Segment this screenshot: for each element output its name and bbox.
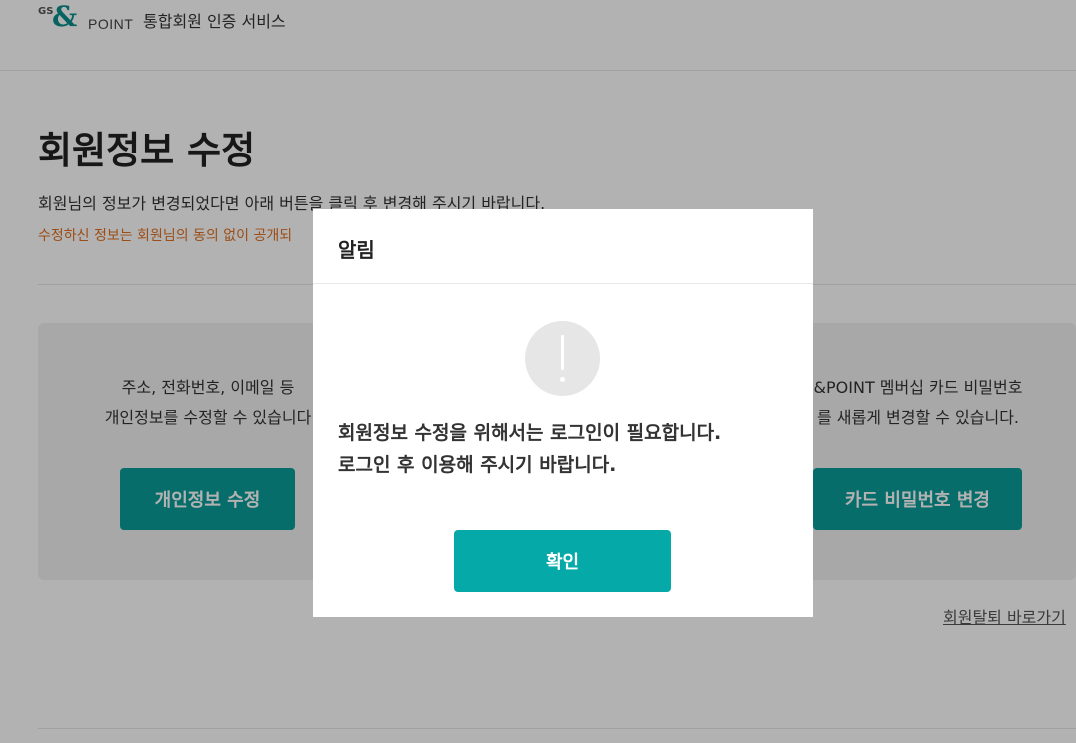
dialog-message-line-1: 회원정보 수정을 위해서는 로그인이 필요합니다. bbox=[338, 422, 722, 444]
dialog-header: 알림 bbox=[313, 209, 813, 284]
alert-dialog: 알림 회원정보 수정을 위해서는 로그인이 필요합니다. 로그인 후 이용해 주… bbox=[313, 209, 813, 617]
exclamation-dot bbox=[560, 377, 565, 382]
confirm-button[interactable]: 확인 bbox=[454, 530, 671, 592]
dialog-title: 알림 bbox=[338, 238, 375, 262]
dialog-message: 회원정보 수정을 위해서는 로그인이 필요합니다. 로그인 후 이용해 주시기 … bbox=[338, 417, 721, 481]
exclamation-bar bbox=[561, 335, 564, 370]
exclamation-circle-icon bbox=[525, 321, 600, 396]
dialog-message-line-2: 로그인 후 이용해 주시기 바랍니다. bbox=[338, 454, 617, 476]
